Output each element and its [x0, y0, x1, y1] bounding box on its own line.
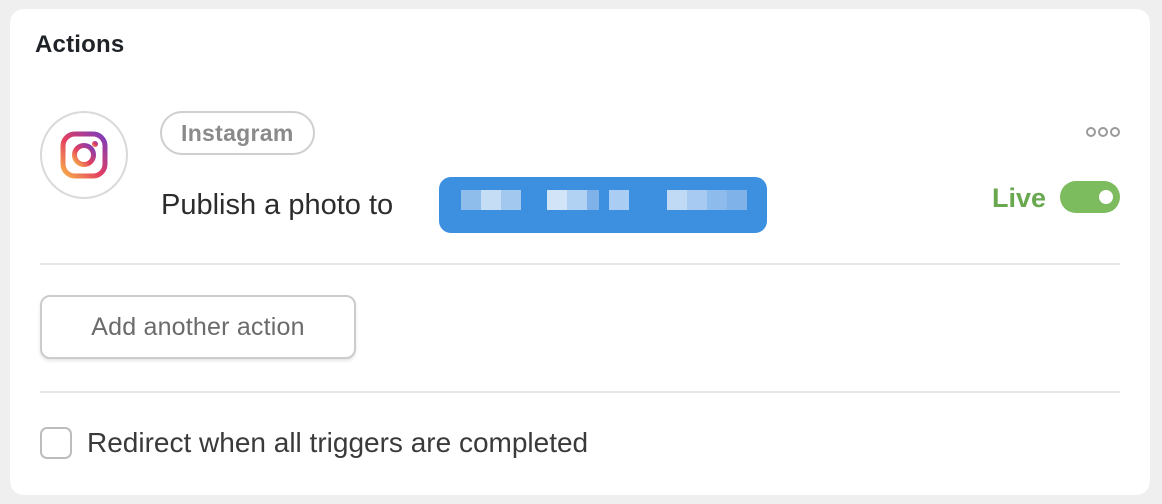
redaction-block: [667, 190, 687, 210]
redaction-block: [567, 190, 587, 210]
status-label: Live: [992, 183, 1047, 213]
redirect-option: Redirect when all triggers are completed: [40, 427, 588, 459]
redaction-block: [587, 190, 599, 210]
instagram-icon: [60, 131, 108, 179]
app-avatar: [40, 111, 128, 199]
more-options-button[interactable]: [1084, 121, 1122, 143]
redaction-block: [461, 190, 481, 210]
redirect-label[interactable]: Redirect when all triggers are completed: [87, 427, 588, 459]
divider: [40, 391, 1120, 393]
card-title: Actions: [35, 31, 125, 58]
live-toggle[interactable]: [1060, 181, 1120, 213]
redacted-target-field[interactable]: [439, 177, 767, 233]
app-name-chip: Instagram: [160, 111, 315, 155]
action-description: Publish a photo to: [161, 189, 394, 221]
action-item: Instagram Publish a photo to Live: [10, 109, 1150, 249]
toggle-knob: [1099, 190, 1113, 204]
redaction-block: [547, 190, 567, 210]
redaction-block: [501, 190, 521, 210]
redaction-block: [687, 190, 707, 210]
more-horizontal-icon: [1086, 127, 1120, 137]
redirect-checkbox[interactable]: [40, 427, 72, 459]
redaction-block: [481, 190, 501, 210]
add-another-action-button[interactable]: Add another action: [40, 295, 356, 359]
redaction-block: [727, 190, 747, 210]
actions-card: Actions Instagram Publish a photo to Liv…: [10, 9, 1150, 495]
redaction-block: [609, 190, 629, 210]
redaction-block: [707, 190, 727, 210]
divider: [40, 263, 1120, 265]
